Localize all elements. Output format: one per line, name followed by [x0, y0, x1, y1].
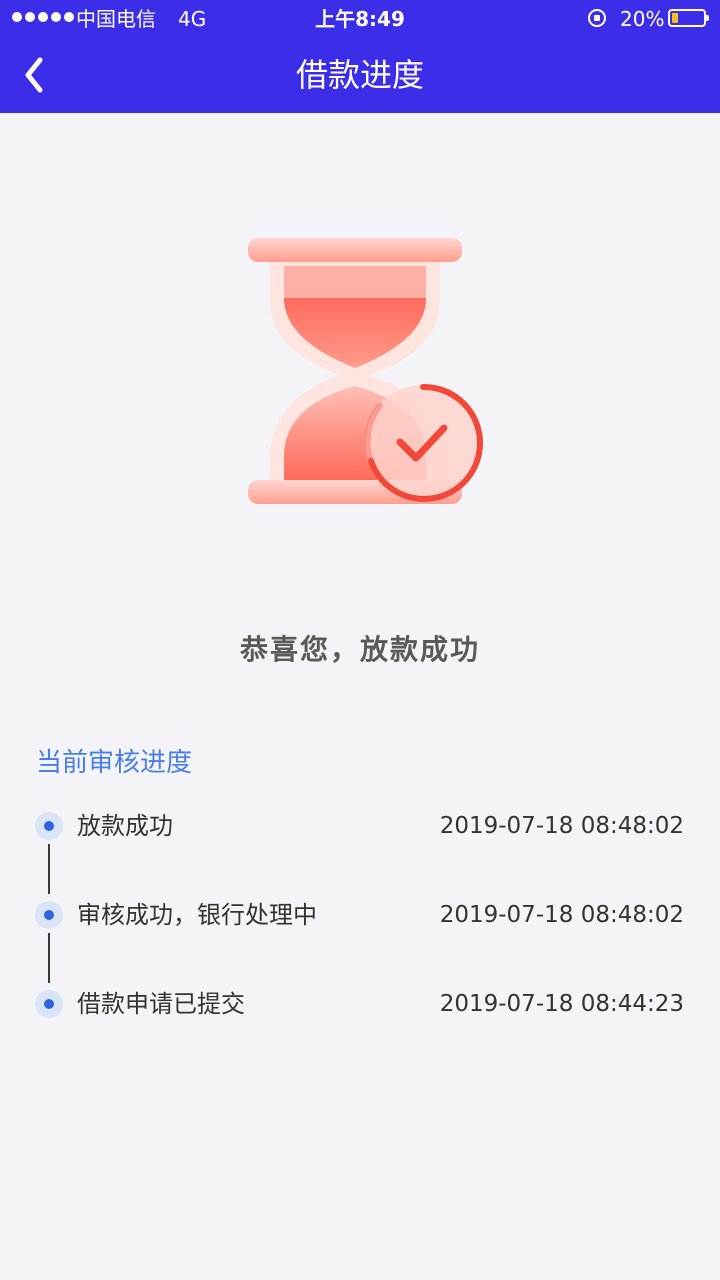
battery-icon — [668, 9, 709, 27]
step-label: 借款申请已提交 — [77, 990, 245, 1018]
page-title: 借款进度 — [295, 56, 424, 94]
success-message: 恭喜您，放款成功 — [239, 633, 480, 666]
progress-heading: 当前审核进度 — [36, 748, 193, 778]
nav-bar: 借款进度 — [0, 38, 720, 113]
timeline-step: 借款申请已提交 2019-07-18 08:44:23 — [0, 978, 720, 1030]
timeline-step: 审核成功，银行处理中 2019-07-18 08:48:02 — [0, 889, 720, 941]
status-time: 上午8:49 — [315, 7, 405, 31]
step-dot-icon — [35, 901, 63, 929]
top-bar: 中国电信 4G 上午8:49 20% 借款进度 — [0, 0, 720, 113]
step-label: 审核成功，银行处理中 — [77, 901, 317, 929]
battery-fill — [672, 13, 678, 23]
battery-percent: 20% — [620, 7, 665, 31]
orientation-lock-icon — [588, 9, 606, 27]
step-dot-icon — [35, 990, 63, 1018]
step-time: 2019-07-18 08:48:02 — [439, 813, 684, 839]
step-label: 放款成功 — [77, 812, 173, 840]
status-bar: 中国电信 4G 上午8:49 20% — [0, 0, 720, 38]
step-time: 2019-07-18 08:44:23 — [439, 991, 684, 1017]
hourglass-check-icon — [240, 230, 490, 510]
timeline-step: 放款成功 2019-07-18 08:48:02 — [0, 800, 720, 852]
step-time: 2019-07-18 08:48:02 — [439, 902, 684, 928]
step-dot-icon — [35, 812, 63, 840]
